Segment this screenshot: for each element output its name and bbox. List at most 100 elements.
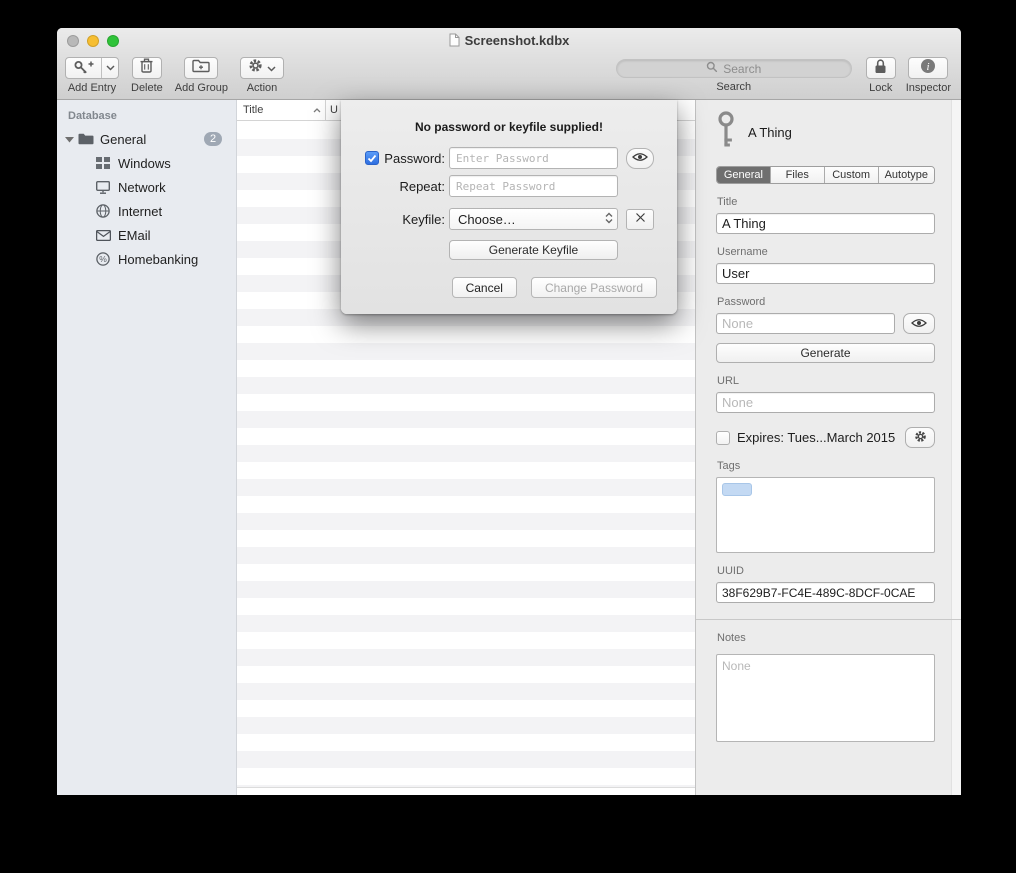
inspector-panel: A Thing General Files Custom Autotype Ti…	[695, 100, 961, 795]
check-icon	[367, 154, 377, 163]
expires-label: Expires: Tues...March 2015	[737, 430, 895, 445]
window-title: Screenshot.kdbx	[57, 33, 961, 50]
entry-title: A Thing	[748, 125, 792, 140]
eye-icon	[632, 149, 648, 167]
sheet-password-input[interactable]	[449, 147, 618, 169]
toolbar: Add Entry Delete	[57, 54, 961, 100]
sidebar-item-label: Windows	[118, 156, 171, 171]
percent-coin-icon: %	[96, 252, 118, 266]
monitor-icon	[96, 181, 118, 194]
globe-icon	[96, 204, 118, 218]
gear-icon	[914, 430, 927, 446]
sidebar-item-email[interactable]: EMail	[57, 223, 236, 247]
keyfile-dropdown[interactable]: Choose…	[449, 208, 618, 230]
info-icon: i	[920, 58, 936, 79]
username-label: Username	[717, 246, 935, 258]
add-entry-button[interactable]	[65, 57, 119, 79]
sidebar-item-label: EMail	[118, 228, 151, 243]
sidebar-item-label: Network	[118, 180, 166, 195]
tags-field[interactable]	[716, 477, 935, 553]
expires-checkbox[interactable]	[716, 431, 730, 445]
search-input[interactable]: Search	[616, 59, 852, 78]
action-button[interactable]	[240, 57, 284, 79]
disclosure-triangle-icon[interactable]	[65, 136, 78, 143]
inspector-group: i Inspector	[906, 57, 951, 94]
uuid-label: UUID	[717, 565, 935, 577]
sidebar-item-internet[interactable]: Internet	[57, 199, 236, 223]
sort-ascending-icon	[313, 108, 321, 113]
sheet-repeat-label: Repeat:	[399, 179, 445, 194]
lock-group: Lock	[866, 57, 896, 94]
tab-general[interactable]: General	[717, 167, 771, 183]
action-group: Action	[240, 57, 284, 94]
generate-keyfile-button[interactable]: Generate Keyfile	[449, 240, 618, 260]
folder-plus-icon	[192, 59, 210, 78]
entry-list-hscrollbar[interactable]	[237, 787, 695, 795]
eye-icon	[911, 315, 927, 333]
sidebar-group-general[interactable]: General 2	[57, 127, 236, 151]
tab-files[interactable]: Files	[771, 167, 825, 183]
gear-icon	[248, 58, 263, 78]
tab-autotype[interactable]: Autotype	[879, 167, 934, 183]
search-group: Search Search	[616, 57, 852, 93]
sheet-repeat-input[interactable]	[449, 175, 618, 197]
column-username-text: U	[330, 104, 338, 116]
sheet-reveal-password-button[interactable]	[626, 148, 654, 169]
password-input[interactable]	[716, 313, 895, 334]
password-checkbox[interactable]	[365, 151, 379, 165]
key-plus-icon	[66, 58, 102, 78]
chevron-down-icon	[267, 59, 276, 77]
keyfile-selected-value: Choose…	[458, 212, 605, 227]
title-input[interactable]	[716, 213, 935, 234]
sidebar-item-homebanking[interactable]: % Homebanking	[57, 247, 236, 271]
search-icon	[706, 60, 718, 78]
username-input[interactable]	[716, 263, 935, 284]
trash-icon	[140, 58, 153, 78]
url-input[interactable]	[716, 392, 935, 413]
envelope-icon	[96, 230, 118, 241]
window-chrome: Screenshot.kdbx Add Entry	[57, 28, 961, 100]
uuid-input[interactable]	[716, 582, 935, 603]
app-window: Screenshot.kdbx Add Entry	[57, 28, 961, 795]
generate-password-button[interactable]: Generate	[716, 343, 935, 363]
column-header-title[interactable]: Title	[237, 104, 325, 116]
titlebar[interactable]: Screenshot.kdbx	[57, 28, 961, 54]
sidebar-group-label: General	[100, 132, 146, 147]
column-header-username[interactable]: U	[326, 104, 338, 116]
chevron-down-icon[interactable]	[102, 58, 118, 78]
section-divider	[696, 619, 961, 620]
inspector-label: Inspector	[906, 82, 951, 94]
group-count-badge: 2	[204, 132, 222, 146]
inspector-button[interactable]: i	[908, 57, 948, 79]
delete-button[interactable]	[132, 57, 162, 79]
close-x-icon	[635, 210, 646, 228]
inspector-header: A Thing	[716, 112, 935, 152]
expires-settings-button[interactable]	[905, 427, 935, 448]
reveal-password-button[interactable]	[903, 313, 935, 334]
tab-custom[interactable]: Custom	[825, 167, 879, 183]
sidebar: Database General 2 Windows	[57, 100, 237, 795]
notes-textarea[interactable]	[716, 654, 935, 742]
sidebar-item-network[interactable]: Network	[57, 175, 236, 199]
screen: Screenshot.kdbx Add Entry	[0, 0, 1016, 873]
delete-group: Delete	[131, 57, 163, 94]
change-password-button[interactable]: Change Password	[531, 277, 657, 298]
cancel-button[interactable]: Cancel	[452, 277, 517, 298]
lock-button[interactable]	[866, 57, 896, 79]
title-label: Title	[717, 196, 935, 208]
lock-label: Lock	[869, 82, 892, 94]
inspector-scrollbar[interactable]	[951, 100, 961, 795]
column-title-text: Title	[243, 104, 263, 116]
add-group-button[interactable]	[184, 57, 218, 79]
change-password-sheet: No password or keyfile supplied! Passwor…	[341, 100, 677, 314]
tag-chip[interactable]	[722, 483, 752, 496]
clear-keyfile-button[interactable]	[626, 209, 654, 230]
search-label: Search	[716, 81, 751, 93]
sidebar-item-label: Internet	[118, 204, 162, 219]
sidebar-section-header: Database	[57, 100, 236, 127]
svg-text:%: %	[99, 254, 107, 264]
action-label: Action	[247, 82, 278, 94]
lock-icon	[874, 58, 887, 79]
search-placeholder: Search	[723, 62, 761, 76]
sidebar-item-windows[interactable]: Windows	[57, 151, 236, 175]
